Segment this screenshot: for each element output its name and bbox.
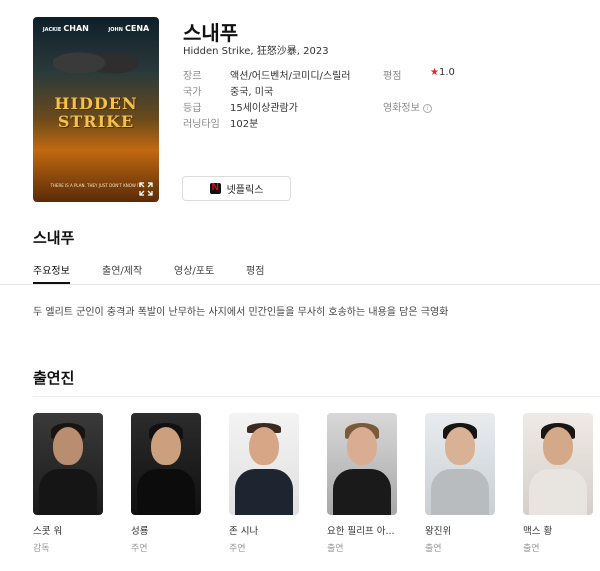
tab-ratings[interactable]: 평점 bbox=[246, 262, 264, 284]
star-icon: ★ bbox=[430, 67, 439, 78]
poster-actor-left-first: JACKIE bbox=[42, 27, 62, 33]
cast-photo bbox=[131, 413, 201, 515]
tab-divider bbox=[0, 284, 600, 285]
cast-role: 주연 bbox=[229, 544, 246, 554]
cast-divider bbox=[33, 396, 600, 397]
tab-bar: 주요정보 출연/제작 영상/포토 평점 bbox=[33, 262, 600, 284]
cast-name: 왕진위 bbox=[425, 526, 452, 537]
cast-photo bbox=[327, 413, 397, 515]
meta-grade: 등급 15세이상관람가 bbox=[183, 99, 353, 114]
cast-photo bbox=[229, 413, 299, 515]
meta-country-label: 국가 bbox=[183, 87, 202, 98]
meta-rating: 평점 ★1.0 bbox=[383, 67, 483, 82]
movie-header: JACKIE CHAN JOHN CENA HIDDEN STRIKE THER… bbox=[0, 0, 600, 215]
poster-title-line2: STRIKE bbox=[57, 112, 135, 131]
meta-movie-info-text: 영화정보 bbox=[383, 103, 420, 114]
cast-name: 스콧 워 bbox=[33, 526, 63, 537]
netflix-watch-button[interactable]: 넷플릭스 bbox=[182, 176, 291, 201]
meta-rating-value: 1.0 bbox=[438, 67, 455, 78]
poster-actor-right-first: JOHN bbox=[108, 27, 123, 33]
cast-photo bbox=[33, 413, 103, 515]
movie-subtitle: Hidden Strike, 狂怒沙暴, 2023 bbox=[183, 46, 329, 57]
meta-country: 국가 중국, 미국 bbox=[183, 83, 353, 98]
meta-grade-label: 등급 bbox=[183, 103, 202, 114]
meta-runtime: 러닝타임 102분 bbox=[183, 115, 353, 130]
cast-name: 존 시나 bbox=[229, 526, 259, 537]
info-icon[interactable]: i bbox=[422, 103, 432, 113]
synopsis-text: 두 엘리트 군인이 충격과 폭발이 난무하는 사지에서 민간인들을 무사히 호송… bbox=[33, 307, 449, 318]
cast-card[interactable]: 요한 필리프 아... 출연 bbox=[327, 413, 397, 554]
tab-media[interactable]: 영상/포토 bbox=[174, 262, 214, 284]
cast-photo bbox=[523, 413, 593, 515]
cast-role: 감독 bbox=[33, 544, 50, 554]
cast-name: 요한 필리프 아... bbox=[327, 526, 395, 537]
meta-rating-label: 평점 bbox=[383, 71, 402, 82]
cast-card[interactable]: 맥스 황 출연 bbox=[523, 413, 593, 554]
expand-icon[interactable] bbox=[139, 182, 153, 196]
cast-card[interactable]: 왕진위 출연 bbox=[425, 413, 495, 554]
netflix-label: 넷플릭스 bbox=[226, 185, 264, 196]
meta-genre: 장르 액션/어드벤처/코미디/스릴러 bbox=[183, 67, 353, 82]
netflix-icon bbox=[209, 182, 221, 194]
meta-grade-value: 15세이상관람가 bbox=[230, 103, 298, 114]
poster-title: HIDDEN STRIKE bbox=[33, 95, 159, 131]
meta-movie-info-label: 영화정보 i bbox=[383, 99, 432, 114]
meta-runtime-label: 러닝타임 bbox=[183, 119, 220, 130]
meta-rating-value-wrap: ★1.0 bbox=[430, 67, 455, 78]
poster-actor-right-last: CENA bbox=[124, 24, 150, 33]
tab-main-info[interactable]: 주요정보 bbox=[33, 262, 70, 284]
cast-role: 출연 bbox=[425, 544, 442, 554]
movie-poster[interactable]: JACKIE CHAN JOHN CENA HIDDEN STRIKE THER… bbox=[33, 17, 159, 202]
cast-card[interactable]: 존 시나 주연 bbox=[229, 413, 299, 554]
cast-role: 출연 bbox=[523, 544, 540, 554]
meta-runtime-value: 102분 bbox=[230, 119, 259, 130]
cast-role: 출연 bbox=[327, 544, 344, 554]
meta-country-value: 중국, 미국 bbox=[230, 87, 274, 98]
poster-title-line1: HIDDEN bbox=[54, 94, 138, 113]
poster-credits: JACKIE CHAN JOHN CENA bbox=[33, 24, 159, 33]
poster-actor-left-last: CHAN bbox=[63, 24, 89, 33]
meta-movie-info[interactable]: 영화정보 i bbox=[383, 99, 483, 114]
section-title: 스내푸 bbox=[33, 229, 75, 247]
cast-card[interactable]: 성룡 주연 bbox=[131, 413, 201, 554]
cast-photo bbox=[425, 413, 495, 515]
cast-card[interactable]: 스콧 워 감독 bbox=[33, 413, 103, 554]
cast-role: 주연 bbox=[131, 544, 148, 554]
meta-genre-value: 액션/어드벤처/코미디/스릴러 bbox=[230, 71, 351, 82]
meta-genre-label: 장르 bbox=[183, 71, 202, 82]
cast-section-title: 출연진 bbox=[33, 369, 75, 387]
poster-figures bbox=[53, 39, 139, 87]
cast-name: 성룡 bbox=[131, 526, 149, 537]
tab-cast-crew[interactable]: 출연/제작 bbox=[102, 262, 142, 284]
cast-name: 맥스 황 bbox=[523, 526, 553, 537]
